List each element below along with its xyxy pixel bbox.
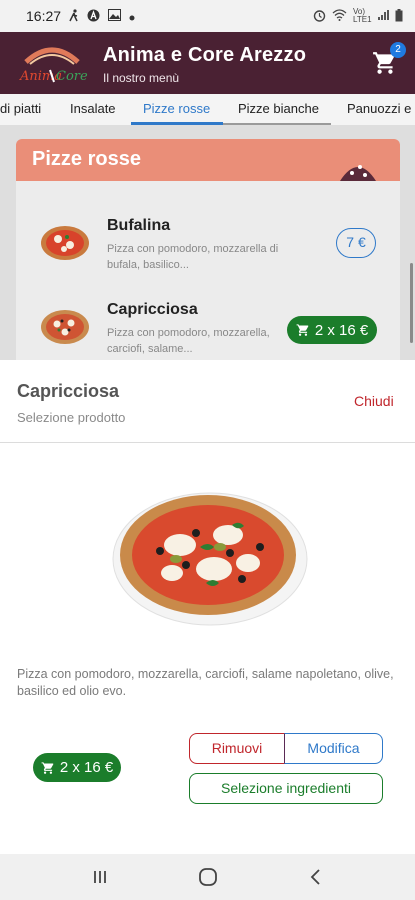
remove-button[interactable]: Rimuovi xyxy=(189,733,285,764)
app-header: Anima Core Anima e Core Arezzo Il nostro… xyxy=(0,32,415,94)
tab-pizze-bianche[interactable]: Pizze bianche xyxy=(238,101,319,116)
sheet-title: Capricciosa xyxy=(17,381,120,401)
menu-list: Pizze rosse Bufalina Pizza con pomodoro,… xyxy=(0,125,415,369)
tab-insalate[interactable]: Insalate xyxy=(70,101,116,116)
image-icon xyxy=(108,9,122,23)
section-title: Pizze rosse xyxy=(32,148,141,170)
alarm-icon xyxy=(313,9,326,24)
walk-icon xyxy=(69,8,79,24)
sheet-divider xyxy=(0,442,415,443)
home-icon[interactable] xyxy=(197,866,219,888)
section-header: Pizze rosse xyxy=(16,139,400,181)
signal-icon xyxy=(377,9,389,23)
network-label: Vo) LTE1 xyxy=(353,7,372,24)
capricciosa-thumbnail xyxy=(41,310,89,344)
app-subtitle: Il nostro menù xyxy=(103,71,180,85)
svg-text:Core: Core xyxy=(56,69,88,84)
select-ingredients-button[interactable]: Selezione ingredienti xyxy=(189,773,383,804)
item-description: Pizza con pomodoro, mozzarella, carciofi… xyxy=(107,327,270,355)
item-name: Bufalina xyxy=(107,217,171,234)
system-nav-bar xyxy=(0,854,415,900)
wifi-icon xyxy=(332,9,347,23)
list-scrollbar[interactable] xyxy=(410,263,413,343)
product-description: Pizza con pomodoro, mozzarella, carciofi… xyxy=(17,667,394,698)
recents-icon[interactable] xyxy=(89,866,111,888)
category-tabs: di piatti Insalate Pizze rosse Pizze bia… xyxy=(0,94,415,125)
cart-icon xyxy=(296,324,309,336)
bufalina-thumbnail xyxy=(41,226,89,260)
list-item[interactable]: Capricciosa Pizza con pomodoro, mozzarel… xyxy=(16,291,400,369)
tab-panuozzi[interactable]: Panuozzi e xyxy=(347,101,411,116)
menu-section-card: Pizze rosse Bufalina Pizza con pomodoro,… xyxy=(16,139,400,369)
price-label: 2 x 16 € xyxy=(59,759,114,776)
product-sheet: Capricciosa Selezione prodotto Chiudi Pi… xyxy=(0,360,415,854)
product-image xyxy=(112,492,308,626)
app-title: Anima e Core Arezzo xyxy=(103,44,307,66)
cart-icon xyxy=(41,761,54,774)
status-bar: 16:27 Vo) LTE1 xyxy=(0,0,415,32)
cart-count-badge: 2 xyxy=(390,42,406,58)
pizza-emblem-icon xyxy=(340,165,376,181)
a-icon xyxy=(87,9,100,24)
status-time: 16:27 xyxy=(26,8,62,24)
item-cart-price-button[interactable]: 2 x 16 € xyxy=(287,316,377,344)
edit-button[interactable]: Modifica xyxy=(284,733,383,764)
item-description: Pizza con pomodoro, mozzarella di bufala… xyxy=(107,243,279,271)
battery-icon xyxy=(395,8,403,24)
close-button[interactable]: Chiudi xyxy=(354,393,394,409)
tab-piatti[interactable]: di piatti xyxy=(0,101,41,116)
back-icon[interactable] xyxy=(305,866,327,888)
dot-icon xyxy=(129,10,135,23)
item-price-label: 2 x 16 € xyxy=(314,321,369,339)
list-item[interactable]: Bufalina Pizza con pomodoro, mozzarella … xyxy=(16,191,400,291)
sheet-subtitle: Selezione prodotto xyxy=(17,410,126,425)
item-price-button[interactable]: 7 € xyxy=(336,228,376,258)
tab-pizze-rosse[interactable]: Pizze rosse xyxy=(143,101,210,116)
add-to-cart-price-button[interactable]: 2 x 16 € xyxy=(33,753,121,782)
restaurant-logo: Anima Core xyxy=(14,40,90,86)
item-name: Capricciosa xyxy=(107,301,198,318)
